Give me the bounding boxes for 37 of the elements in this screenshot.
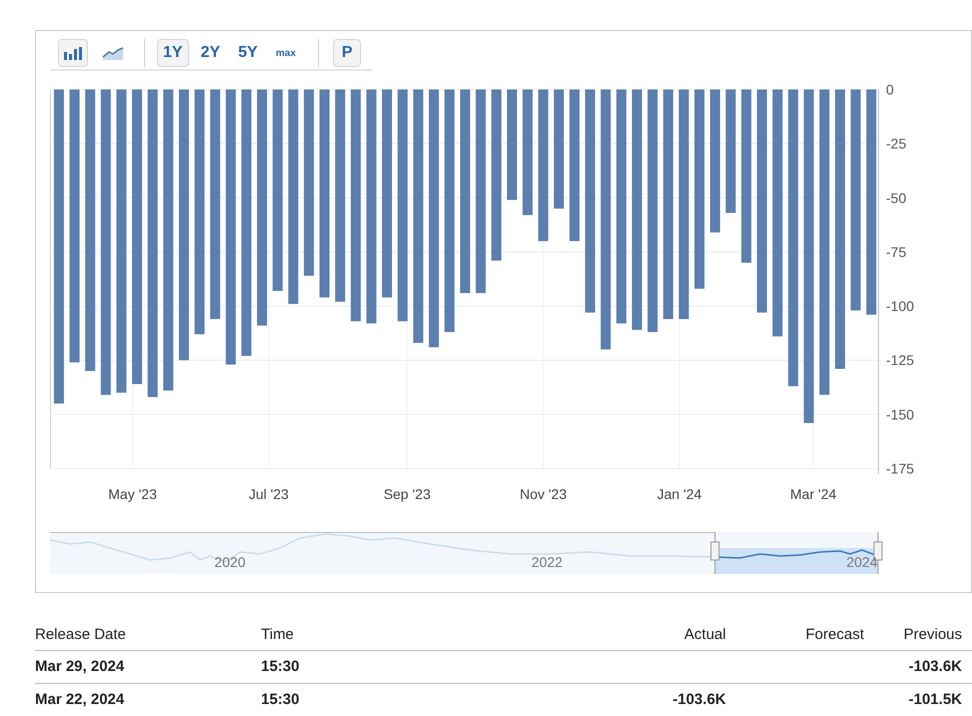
range-button[interactable]: 1Y <box>157 39 189 67</box>
x-axis-label: Nov '23 <box>520 486 567 502</box>
bar-chart-icon <box>63 46 83 60</box>
range-button[interactable]: 2Y <box>194 39 226 67</box>
y-axis-label: -150 <box>886 406 914 422</box>
table-cell-text: -103.6K <box>908 656 962 677</box>
navigator-year-label: 2022 <box>531 554 563 570</box>
y-axis-label: -100 <box>886 298 914 314</box>
column-header: Time <box>261 625 295 646</box>
table-cell-text: Mar 22, 2024 <box>35 690 126 710</box>
x-axis-label: Jul '23 <box>248 486 289 502</box>
print-button[interactable]: P <box>332 39 362 67</box>
x-axis-label: May '23 <box>108 486 157 502</box>
table-cell-text: Mar 29, 2024 <box>35 656 126 677</box>
y-axis-label: -175 <box>886 460 914 476</box>
x-axis-label: Jan '24 <box>657 486 702 502</box>
column-header: Actual <box>683 625 726 646</box>
y-axis-label: 0 <box>886 82 894 98</box>
range-button[interactable]: 5Y <box>232 39 264 67</box>
column-header: Release Date <box>35 625 127 646</box>
y-axis-label: -25 <box>886 136 906 152</box>
column-header: Previous <box>902 625 962 646</box>
y-axis-label: -75 <box>886 244 906 260</box>
table-cell-text: -103.6K <box>672 690 726 710</box>
table-cell-text: -101.5K <box>908 690 962 710</box>
navigator-year-label: 2020 <box>214 554 246 570</box>
table-cell-text: 15:30 <box>261 656 300 677</box>
bar-chart-button[interactable] <box>58 39 88 67</box>
column-header: Forecast <box>804 625 864 646</box>
range-button[interactable]: max <box>270 39 302 67</box>
x-axis-label: Sep '23 <box>384 486 431 502</box>
y-axis-label: -50 <box>886 190 906 206</box>
table-cell-text: 15:30 <box>261 690 300 710</box>
x-axis-label: Mar '24 <box>790 486 836 502</box>
navigator-year-label: 2024 <box>846 554 878 570</box>
y-axis-label: -125 <box>886 352 914 368</box>
area-chart-icon <box>102 46 124 60</box>
